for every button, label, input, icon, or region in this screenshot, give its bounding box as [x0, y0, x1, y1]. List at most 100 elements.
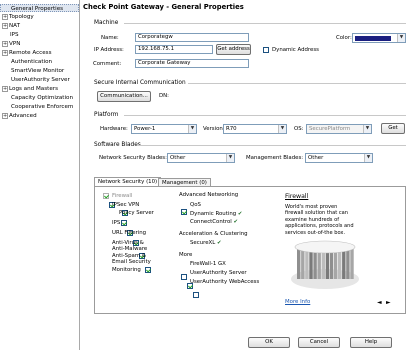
- expand-icon[interactable]: +: [2, 22, 8, 29]
- tree-item[interactable]: Authentication: [0, 58, 79, 66]
- qos-checkbox[interactable]: [181, 208, 187, 215]
- tree-item[interactable]: + VPN: [0, 40, 79, 48]
- name-field[interactable]: Corporategw: [135, 33, 249, 42]
- expand-icon[interactable]: +: [2, 49, 8, 56]
- check-icon: ✔: [216, 240, 222, 246]
- blade-label: Anti-Spam & Email Security: [112, 253, 151, 266]
- divider: [124, 115, 406, 116]
- dynamic-address-label: Dynamic Address: [272, 47, 319, 53]
- cancel-button[interactable]: Cancel: [298, 337, 340, 348]
- firewall-bar: [350, 247, 354, 279]
- connectcontrol-text: ConnectControl: [190, 219, 232, 225]
- more-blade-label: UserAuthority Server: [190, 270, 247, 276]
- firewall-bar: [297, 247, 301, 279]
- communication-button[interactable]: Communication...: [97, 91, 151, 102]
- expand-icon[interactable]: +: [2, 85, 8, 92]
- more-blade-checkbox[interactable]: [193, 292, 199, 298]
- comment-field[interactable]: Corporate Gateway: [135, 59, 249, 68]
- color-swatch: [355, 36, 391, 41]
- firewall-blades-graphic: [291, 240, 359, 289]
- name-label: Name:: [101, 35, 119, 41]
- ip-address-label: IP Address:: [94, 47, 124, 53]
- divider: [138, 145, 406, 146]
- next-arrow-icon[interactable]: ►: [386, 299, 391, 306]
- expand-icon[interactable]: +: [2, 112, 8, 119]
- more-blade-label: FireWall-1 GX: [190, 261, 226, 267]
- more-blade-checkbox[interactable]: [181, 274, 187, 280]
- firewall-bar: [346, 247, 350, 279]
- ok-button[interactable]: OK: [248, 337, 290, 348]
- dynamic-routing-text: Dynamic Routing: [190, 211, 237, 217]
- securexl-label: SecureXL ✔: [190, 240, 221, 246]
- chevron-down-icon: ▼: [188, 125, 196, 133]
- tree-item[interactable]: + Topology: [0, 13, 79, 21]
- tree-item-label: Authentication: [11, 59, 53, 65]
- tree-item[interactable]: + NAT: [0, 22, 79, 30]
- blade-info-title: Firewall: [285, 193, 309, 200]
- blade-label: Monitoring: [112, 267, 141, 273]
- more-blade-label: UserAuthority WebAccess: [190, 279, 260, 285]
- color-label: Color:: [336, 35, 352, 41]
- dynamic-address-checkbox[interactable]: [263, 47, 269, 53]
- tree-item[interactable]: + Remote Access: [0, 49, 79, 57]
- network-blades-column: Firewall IPSec VPN Policy Server IPS URL Fil…: [95, 187, 405, 273]
- sic-section-label: Secure Internal Communication: [94, 80, 186, 86]
- divider: [124, 23, 406, 24]
- management-blades-select[interactable]: Other ▼: [305, 153, 373, 163]
- ip-address-field[interactable]: 192.168.75.1: [135, 45, 213, 54]
- connectcontrol-label: ConnectControl ✔: [190, 219, 238, 225]
- securexl-text: SecureXL: [190, 240, 216, 246]
- version-select[interactable]: R70 ▼: [223, 124, 287, 134]
- tree-item-label: NAT: [9, 23, 20, 29]
- more-info-link[interactable]: More Info: [285, 299, 310, 305]
- divider: [188, 83, 406, 84]
- tree-item[interactable]: + Logs and Masters: [0, 85, 79, 93]
- page-title: Check Point Gateway - General Properties: [83, 3, 244, 11]
- help-button[interactable]: Help: [350, 337, 392, 348]
- blade-label: Policy Server: [119, 210, 154, 216]
- chevron-down-icon: ▼: [226, 154, 234, 162]
- blade-label: URL Filtering: [112, 230, 147, 236]
- management-blades-value: Other: [308, 155, 324, 161]
- hardware-select[interactable]: Power-1 ▼: [131, 124, 197, 134]
- tree-item-label: IPS: [10, 32, 19, 38]
- version-value: R70: [226, 126, 237, 132]
- blade-label: Anti-Virus & Anti-Malware: [112, 240, 148, 253]
- tree-item-label: Remote Access: [9, 50, 52, 56]
- tree-item[interactable]: General Properties: [0, 4, 79, 12]
- hardware-value: Power-1: [134, 126, 156, 132]
- tree-item-label: UserAuthority Server: [11, 77, 70, 83]
- acceleration-clustering-label: Acceleration & Clustering: [179, 231, 248, 237]
- dynamic-routing-label: Dynamic Routing ✔: [190, 211, 242, 217]
- network-security-blades-select[interactable]: Other ▼: [167, 153, 235, 163]
- tree-item[interactable]: SmartView Monitor: [0, 67, 79, 75]
- chevron-down-icon: ▼: [397, 34, 405, 42]
- tree-item[interactable]: IPS: [0, 31, 79, 39]
- prev-arrow-icon[interactable]: ◄: [377, 299, 382, 306]
- os-value: SecurePlatform: [309, 126, 351, 132]
- tree-item[interactable]: Capacity Optimization: [0, 94, 79, 102]
- expand-icon[interactable]: +: [2, 13, 8, 20]
- advanced-networking-label: Advanced Networking: [179, 192, 239, 198]
- more-label: More: [179, 252, 193, 258]
- get-button[interactable]: Get: [381, 123, 405, 134]
- tree-item[interactable]: + Advanced: [0, 112, 79, 120]
- get-address-button[interactable]: Get address: [216, 44, 251, 55]
- blade-label: IPS: [112, 220, 121, 226]
- tree-item[interactable]: UserAuthority Server: [0, 76, 79, 84]
- expand-icon[interactable]: +: [2, 40, 8, 47]
- chevron-down-icon: ▼: [363, 125, 371, 133]
- comment-label: Comment:: [93, 61, 122, 67]
- chevron-down-icon: ▼: [364, 154, 372, 162]
- os-select[interactable]: SecurePlatform ▼: [306, 124, 372, 134]
- blade-checkbox[interactable]: [103, 193, 109, 199]
- check-icon: ✔: [233, 219, 239, 225]
- blades-panel: Firewall IPSec VPN Policy Server IPS URL Fil…: [94, 186, 406, 314]
- tree-item[interactable]: Cooperative Enforcem: [0, 103, 79, 111]
- navigation-tree: General Properties + Topology + NAT IPS + VPN + R…: [0, 0, 80, 350]
- blade-info-description: World's most proven firewall solution th…: [285, 204, 354, 236]
- color-select[interactable]: ▼: [352, 33, 406, 43]
- tree-item-label: Capacity Optimization: [11, 95, 74, 101]
- tree-item-label: General Properties: [11, 6, 64, 12]
- check-icon: ✔: [237, 211, 243, 217]
